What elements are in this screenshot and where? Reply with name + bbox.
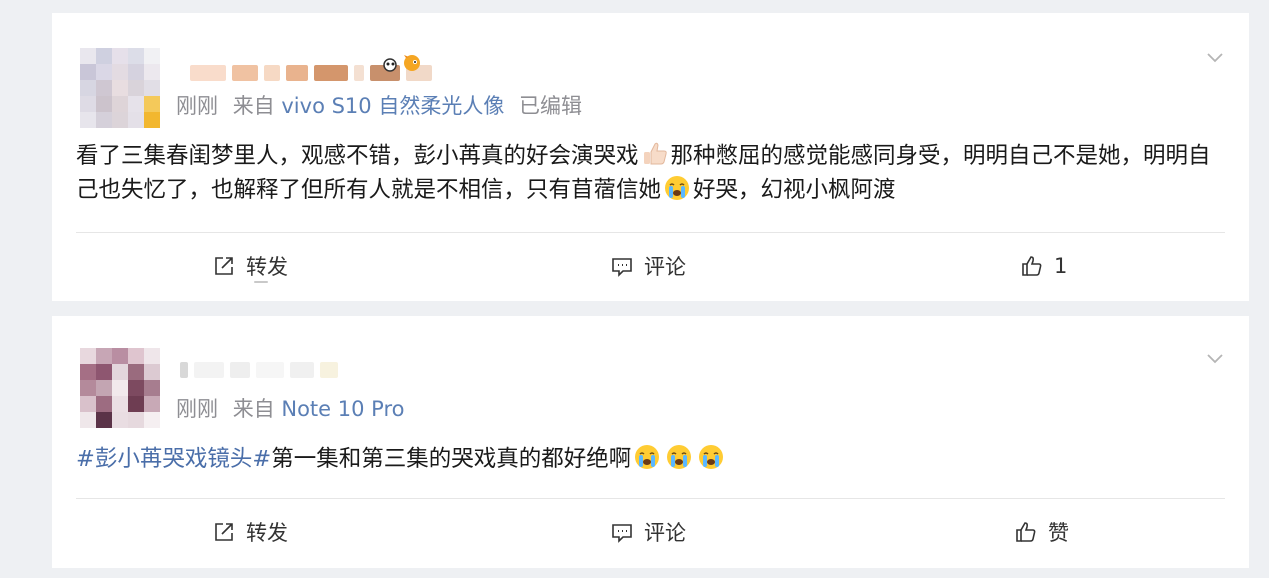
repost-button[interactable]: 转发 <box>212 502 288 562</box>
comment-label: 评论 <box>644 255 686 279</box>
thumbs-up-icon <box>1022 256 1042 276</box>
post-text-part: 好哭，幻视小枫阿渡 <box>693 177 896 203</box>
repost-underline <box>254 281 268 283</box>
edit-share-icon <box>215 257 233 275</box>
comment-icon <box>612 524 632 543</box>
comment-button[interactable]: 评论 <box>610 236 686 296</box>
weibo-post-card: 刚刚 来自 vivo S10 自然柔光人像 已编辑 看了三集春闺梦里人，观感不错… <box>52 13 1249 301</box>
post-text: #彭小苒哭戏镜头#第一集和第三集的哭戏真的都好绝啊 <box>76 442 1219 476</box>
crying-emoji <box>667 445 692 469</box>
source-prefix: 来自 <box>232 397 275 421</box>
post-meta: 刚刚 来自 Note 10 Pro <box>176 393 404 423</box>
repost-button[interactable]: 转发 <box>212 236 288 296</box>
like-button[interactable]: 1 <box>1020 236 1067 296</box>
comment-label: 评论 <box>644 521 686 545</box>
post-text-part: 看了三集春闺梦里人，观感不错，彭小苒真的好会演哭戏 <box>76 143 639 169</box>
comment-icon <box>612 258 632 277</box>
post-time: 刚刚 <box>176 94 218 118</box>
post-time: 刚刚 <box>176 397 218 421</box>
post-meta: 刚刚 来自 vivo S10 自然柔光人像 已编辑 <box>176 90 582 120</box>
crying-emoji <box>665 176 690 200</box>
source-device[interactable]: vivo S10 自然柔光人像 <box>281 94 504 118</box>
divider <box>76 232 1225 233</box>
action-bar: 转发 评论 赞 <box>52 502 1249 562</box>
like-label: 赞 <box>1048 521 1069 545</box>
action-bar: 转发 评论 1 <box>52 236 1249 296</box>
thumbs-up-icon <box>1016 522 1036 542</box>
post-text-part: 第一集和第三集的哭戏真的都好绝啊 <box>271 446 632 472</box>
comment-button[interactable]: 评论 <box>610 502 686 562</box>
thumbs-up-emoji <box>643 142 667 165</box>
source-device[interactable]: Note 10 Pro <box>281 397 404 421</box>
crying-emoji <box>635 445 660 469</box>
post-text: 看了三集春闺梦里人，观感不错，彭小苒真的好会演哭戏 那种憋屈的感觉能感同身受，明… <box>76 139 1219 207</box>
source-prefix: 来自 <box>232 94 275 118</box>
weibo-post-card: 刚刚 来自 Note 10 Pro #彭小苒哭戏镜头#第一集和第三集的哭戏真的都… <box>52 316 1249 568</box>
topic-link[interactable]: #彭小苒哭戏镜头# <box>76 446 271 472</box>
chevron-down-icon[interactable] <box>1205 47 1225 67</box>
like-count: 1 <box>1054 254 1068 278</box>
edited-label[interactable]: 已编辑 <box>519 94 582 118</box>
chevron-down-icon[interactable] <box>1205 348 1225 368</box>
repost-label: 转发 <box>246 521 288 545</box>
like-button[interactable]: 赞 <box>1014 502 1069 562</box>
username-blurred[interactable] <box>180 360 338 380</box>
crying-emoji <box>699 445 724 469</box>
divider <box>76 498 1225 499</box>
repost-label: 转发 <box>246 255 288 279</box>
avatar[interactable] <box>80 348 160 428</box>
avatar[interactable] <box>80 48 160 128</box>
edit-share-icon <box>215 523 233 541</box>
badge-icon <box>383 55 420 72</box>
